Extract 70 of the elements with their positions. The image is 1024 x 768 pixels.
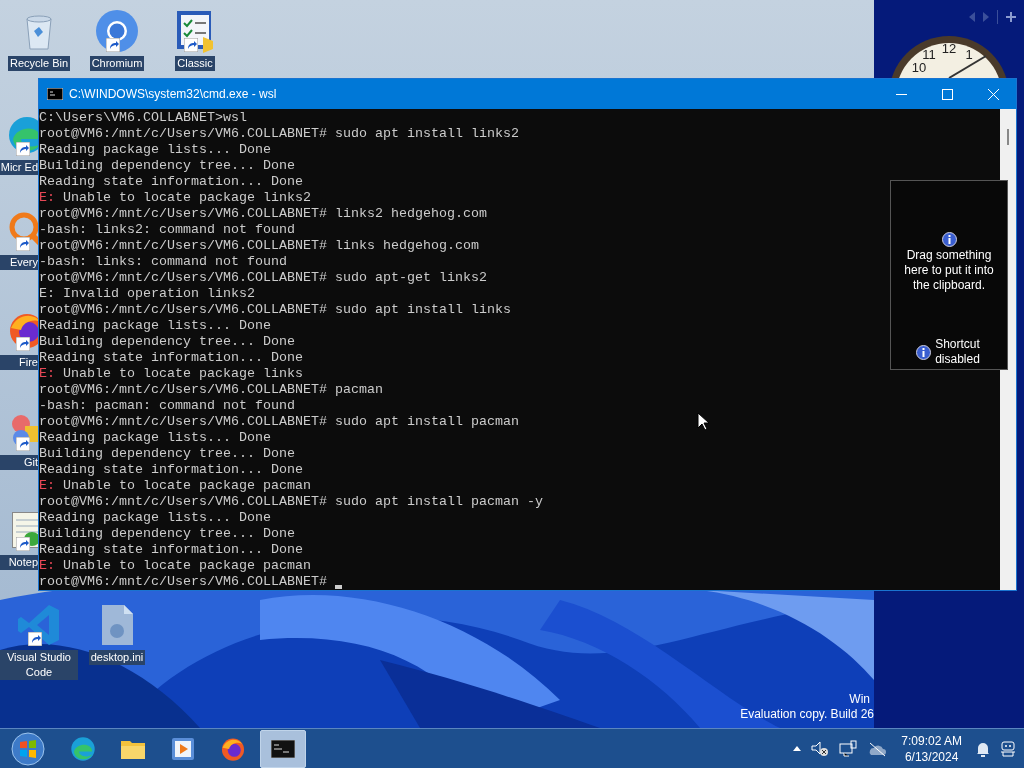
terminal-line: Reading package lists... Done <box>39 430 271 446</box>
icon-label[interactable]: Fire <box>0 355 38 370</box>
terminal-line: root@VM6:/mnt/c/Users/VM6.COLLABNET# sudo apt install links <box>39 302 511 318</box>
minimize-icon <box>895 93 907 95</box>
wave-icon <box>70 735 96 762</box>
date-text: 6/13/2024 <box>904 748 959 765</box>
icon-label[interactable]: Classic <box>175 56 215 71</box>
close-icon <box>987 88 999 100</box>
terminal-line: Reading package lists... Done <box>39 142 271 158</box>
terminal-line: Reading state information... Done <box>39 542 303 558</box>
terminal-line: Reading package lists... Done <box>39 318 271 334</box>
icon-label[interactable]: Recycle Bin <box>7 56 71 71</box>
terminal-line: Reading package lists... Done <box>39 510 271 526</box>
clock-area[interactable]: 7:09:02 AM 6/13/2024 <box>897 732 966 765</box>
info-icon <box>941 232 957 247</box>
media-player-icon <box>172 737 194 760</box>
terminal-line: -bash: links: command not found <box>39 254 287 270</box>
network-icon[interactable] <box>839 739 858 758</box>
terminal-line: Building dependency tree... Done <box>39 446 295 462</box>
terminal-line: -bash: links2: command not found <box>39 222 295 238</box>
terminal-line: Building dependency tree... Done <box>39 334 295 350</box>
icon-label[interactable]: Chromium <box>89 56 145 71</box>
code-editor-icon <box>17 603 61 647</box>
icon-label[interactable]: Notep <box>0 555 38 570</box>
terminal-line: root@VM6:/mnt/c/Users/VM6.COLLABNET# sudo apt-get links2 <box>39 270 487 286</box>
icon-label[interactable]: Micr Ed <box>0 160 38 175</box>
terminal-line: root@VM6:/mnt/c/Users/VM6.COLLABNET# links2 hedgehog.com <box>39 206 487 222</box>
icon-label[interactable]: desktop.ini <box>88 650 146 665</box>
taskbar-app[interactable] <box>260 729 306 768</box>
plus-icon[interactable] <box>1006 12 1016 22</box>
text-cursor <box>334 585 342 589</box>
terminal-line: -bash: pacman: command not found <box>39 398 295 414</box>
terminal-line: root@VM6:/mnt/c/Users/VM6.COLLABNET# sudo apt install pacman -y <box>39 494 543 510</box>
maximize-icon <box>941 88 953 100</box>
icon-label[interactable]: Visual Studio Code <box>0 650 78 680</box>
file-icon <box>99 603 135 647</box>
terminal-line: Reading state information... Done <box>39 350 303 366</box>
terminal-line: E: Unable to locate package links2 <box>39 190 311 206</box>
watermark-text: Win <box>849 692 870 707</box>
terminal-line: E: Unable to locate package pacman <box>39 478 311 494</box>
windows-orb-icon <box>11 731 45 766</box>
terminal-line: E: Invalid operation links2 <box>39 286 255 302</box>
window-title: C:\WINDOWS\system32\cmd.exe - wsl <box>69 86 278 103</box>
terminal-line: root@VM6:/mnt/c/Users/VM6.COLLABNET# <box>39 574 328 590</box>
mouse-pointer-icon <box>697 412 709 431</box>
info-icon <box>915 344 931 360</box>
shortcut-status: Shortcut disabled <box>934 337 981 367</box>
console-icon <box>47 88 63 100</box>
console-icon <box>271 739 295 758</box>
watermark-text: Evaluation copy. Build 26 <box>740 707 874 722</box>
terminal-line: root@VM6:/mnt/c/Users/VM6.COLLABNET# sudo apt install pacman <box>39 414 519 430</box>
bell-icon[interactable] <box>976 740 990 757</box>
robot-icon[interactable] <box>1000 739 1016 758</box>
terminal-line: C:\Users\VM6.COLLABNET>wsl <box>39 110 247 126</box>
cloud-off-icon[interactable] <box>867 740 888 757</box>
terminal-line: root@VM6:/mnt/c/Users/VM6.COLLABNET# sudo apt install links2 <box>39 126 519 142</box>
terminal-line: Building dependency tree... Done <box>39 526 295 542</box>
icon-label[interactable]: Every <box>0 255 38 270</box>
caret-up-icon[interactable] <box>793 746 802 751</box>
terminal-line: E: Unable to locate package pacman <box>39 558 311 574</box>
terminal-line: Building dependency tree... Done <box>39 158 295 174</box>
time-text: 7:09:02 AM <box>901 732 962 749</box>
terminal-line: root@VM6:/mnt/c/Users/VM6.COLLABNET# links hedgehog.com <box>39 238 479 254</box>
terminal-line: Reading state information... Done <box>39 462 303 478</box>
speaker-muted-icon[interactable] <box>811 740 830 757</box>
clipboard-message: Drag something here to put it into the clipboard. <box>903 248 995 293</box>
terminal-line: E: Unable to locate package links <box>39 366 303 382</box>
terminal-line: root@VM6:/mnt/c/Users/VM6.COLLABNET# pacman <box>39 382 383 398</box>
icon-label[interactable]: Git <box>0 455 38 470</box>
terminal-line: Reading state information... Done <box>39 174 303 190</box>
